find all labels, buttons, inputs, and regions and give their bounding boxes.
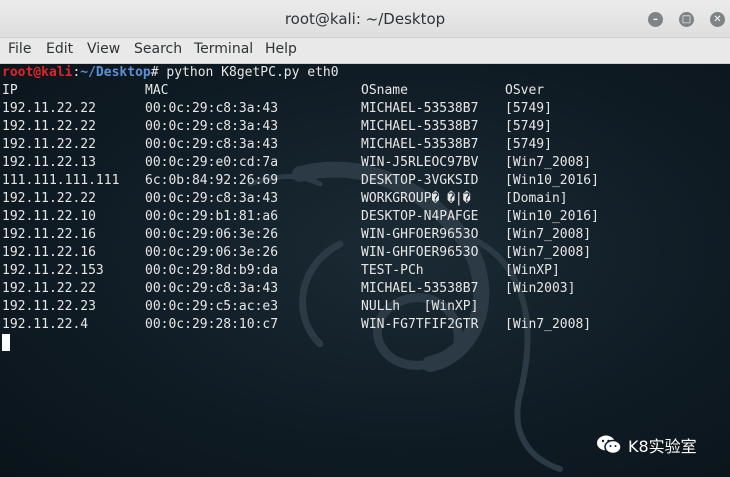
minimize-icon[interactable]: – [648, 12, 663, 27]
ip-cell: 192.11.22.153 [2, 263, 104, 278]
prompt-line: root@kali:~/Desktop# python K8getPC.py e… [2, 65, 339, 80]
ip-cell: IP [2, 83, 18, 98]
osname-cell: WIN-GHFOER9653O [361, 245, 479, 260]
osver-cell: [Win10_2016] [505, 209, 599, 224]
mac-cell: 00:0c:29:e0:cd:7a [145, 155, 279, 170]
mac-cell: 00:0c:29:06:3e:26 [145, 245, 279, 260]
osver-cell: [Win2003] [505, 281, 576, 296]
osver-cell: [Win7_2008] [505, 155, 592, 170]
osver-cell: [WinXP] [505, 263, 560, 278]
osver-cell: OSver [505, 83, 545, 98]
ip-cell: 192.11.22.16 [2, 245, 96, 260]
osname-cell: DESKTOP-3VGKSID [361, 173, 479, 188]
osver-cell: [Win7_2008] [505, 245, 592, 260]
osname-cell: OSname [361, 83, 408, 98]
terminal-output[interactable]: root@kali:~/Desktop# python K8getPC.py e… [0, 64, 730, 477]
command-text: python K8getPC.py eth0 [158, 65, 339, 80]
window-title: root@kali: ~/Desktop [284, 10, 446, 28]
mac-cell: 00:0c:29:28:10:c7 [145, 317, 279, 332]
osname-cell: MICHAEL-53538B7 [361, 119, 479, 134]
ip-cell: 192.11.22.22 [2, 281, 96, 296]
osname-cell: MICHAEL-53538B7 [361, 101, 479, 116]
osname-cell: DESKTOP-N4PAFGE [361, 209, 479, 224]
osname-cell: WORKGROUP� �|� [361, 191, 471, 206]
mac-cell: 00:0c:29:c8:3a:43 [145, 191, 279, 206]
ip-cell: 192.11.22.10 [2, 209, 96, 224]
osver-cell: [5749] [505, 119, 552, 134]
menu-file[interactable]: File [8, 41, 31, 57]
mac-cell: 00:0c:29:c8:3a:43 [145, 101, 279, 116]
watermark: K8实验室 [596, 433, 697, 457]
menu-terminal[interactable]: Terminal [194, 41, 253, 57]
ip-cell: 192.11.22.22 [2, 191, 96, 206]
osname-cell: MICHAEL-53538B7 [361, 281, 479, 296]
mac-cell: 00:0c:29:c5:ac:e3 [145, 299, 279, 314]
osname-cell: NULLh [WinXP] [361, 299, 479, 314]
osver-cell: [5749] [505, 137, 552, 152]
osver-cell: [Domain] [505, 191, 568, 206]
osname-cell: WIN-J5RLEOC97BV [361, 155, 479, 170]
menu-edit[interactable]: Edit [46, 41, 73, 57]
osname-cell: TEST-PCh [361, 263, 424, 278]
mac-cell: 00:0c:29:c8:3a:43 [145, 137, 279, 152]
ip-cell: 111.111.111.111 [2, 173, 120, 188]
menu-bar: File Edit View Search Terminal Help [0, 38, 730, 64]
maximize-icon[interactable]: □ [679, 12, 694, 27]
menu-view[interactable]: View [87, 41, 120, 57]
mac-cell: MAC [145, 83, 169, 98]
prompt-user: root@kali [2, 65, 73, 80]
osname-cell: MICHAEL-53538B7 [361, 137, 479, 152]
osname-cell: WIN-FG7TFIF2GTR [361, 317, 479, 332]
osver-cell: [5749] [505, 101, 552, 116]
osver-cell: [Win10_2016] [505, 173, 599, 188]
osname-cell: WIN-GHFOER9653O [361, 227, 479, 242]
ip-cell: 192.11.22.22 [2, 101, 96, 116]
osver-cell: [Win7_2008] [505, 317, 592, 332]
osver-cell: [Win7_2008] [505, 227, 592, 242]
prompt-path: ~/Desktop [80, 65, 151, 80]
ip-cell: 192.11.22.23 [2, 299, 96, 314]
ip-cell: 192.11.22.4 [2, 317, 89, 332]
window-titlebar[interactable]: root@kali: ~/Desktop – □ ✕ [0, 0, 730, 38]
mac-cell: 00:0c:29:b1:81:a6 [145, 209, 279, 224]
mac-cell: 00:0c:29:06:3e:26 [145, 227, 279, 242]
mac-cell: 00:0c:29:8d:b9:da [145, 263, 279, 278]
ip-cell: 192.11.22.22 [2, 137, 96, 152]
menu-help[interactable]: Help [265, 41, 297, 57]
watermark-text: K8实验室 [628, 437, 697, 456]
terminal-cursor [2, 334, 10, 351]
wechat-icon [597, 435, 622, 455]
ip-cell: 192.11.22.22 [2, 119, 96, 134]
mac-cell: 00:0c:29:c8:3a:43 [145, 119, 279, 134]
menu-search[interactable]: Search [134, 41, 182, 57]
mac-cell: 00:0c:29:c8:3a:43 [145, 281, 279, 296]
close-icon[interactable]: ✕ [710, 12, 725, 27]
ip-cell: 192.11.22.16 [2, 227, 96, 242]
ip-cell: 192.11.22.13 [2, 155, 96, 170]
mac-cell: 6c:0b:84:92:26:69 [145, 173, 279, 188]
